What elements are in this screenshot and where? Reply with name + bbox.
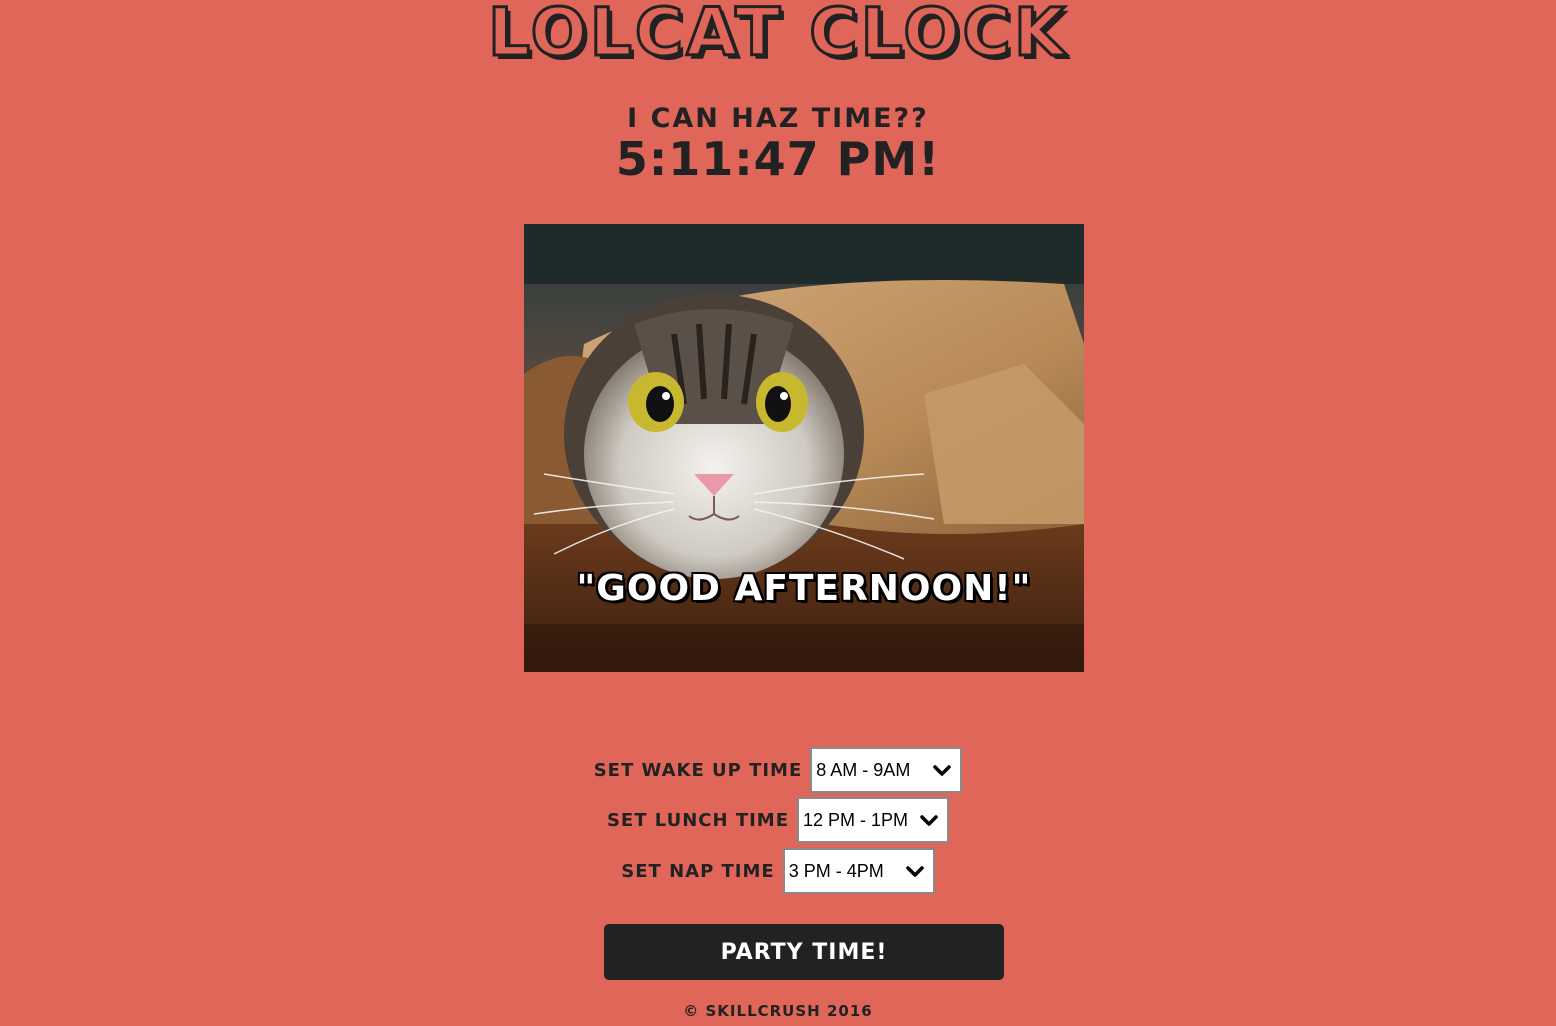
nap-row: SET NAP TIME 3 PM - 4PM xyxy=(0,848,1556,894)
chevron-down-icon xyxy=(920,815,938,826)
image-caption: "GOOD AFTERNOON!" xyxy=(576,568,1032,609)
footer-copyright: © SKILLCRUSH 2016 xyxy=(683,1002,873,1020)
wakeup-time-value: 8 AM - 9AM xyxy=(816,759,911,780)
nap-time-value: 3 PM - 4PM xyxy=(788,860,884,881)
lunch-label: SET LUNCH TIME xyxy=(606,809,790,831)
clock-subtitle: I CAN HAZ TIME?? xyxy=(627,103,929,134)
lunch-row: SET LUNCH TIME 12 PM - 1PM xyxy=(0,797,1556,843)
lunch-time-select[interactable]: 12 PM - 1PM xyxy=(797,797,950,843)
wakeup-row: SET WAKE UP TIME 8 AM - 9AM xyxy=(0,747,1556,793)
wakeup-label: SET WAKE UP TIME xyxy=(593,759,803,781)
chevron-down-icon xyxy=(933,765,952,776)
party-time-button[interactable]: PARTY TIME! xyxy=(604,924,1004,980)
lolcat-image: "GOOD AFTERNOON!" xyxy=(524,224,1084,672)
nap-time-select[interactable]: 3 PM - 4PM xyxy=(782,848,935,894)
chevron-down-icon xyxy=(905,866,924,877)
lunch-time-value: 12 PM - 1PM xyxy=(803,809,909,830)
nap-label: SET NAP TIME xyxy=(621,860,775,882)
clock-time: 5:11:47 PM! xyxy=(615,132,941,186)
page: LOLCAT CLOCK I CAN HAZ TIME?? 5:11:47 PM… xyxy=(0,0,1556,1026)
page-title: LOLCAT CLOCK xyxy=(486,0,1069,71)
wakeup-time-select[interactable]: 8 AM - 9AM xyxy=(810,747,963,793)
